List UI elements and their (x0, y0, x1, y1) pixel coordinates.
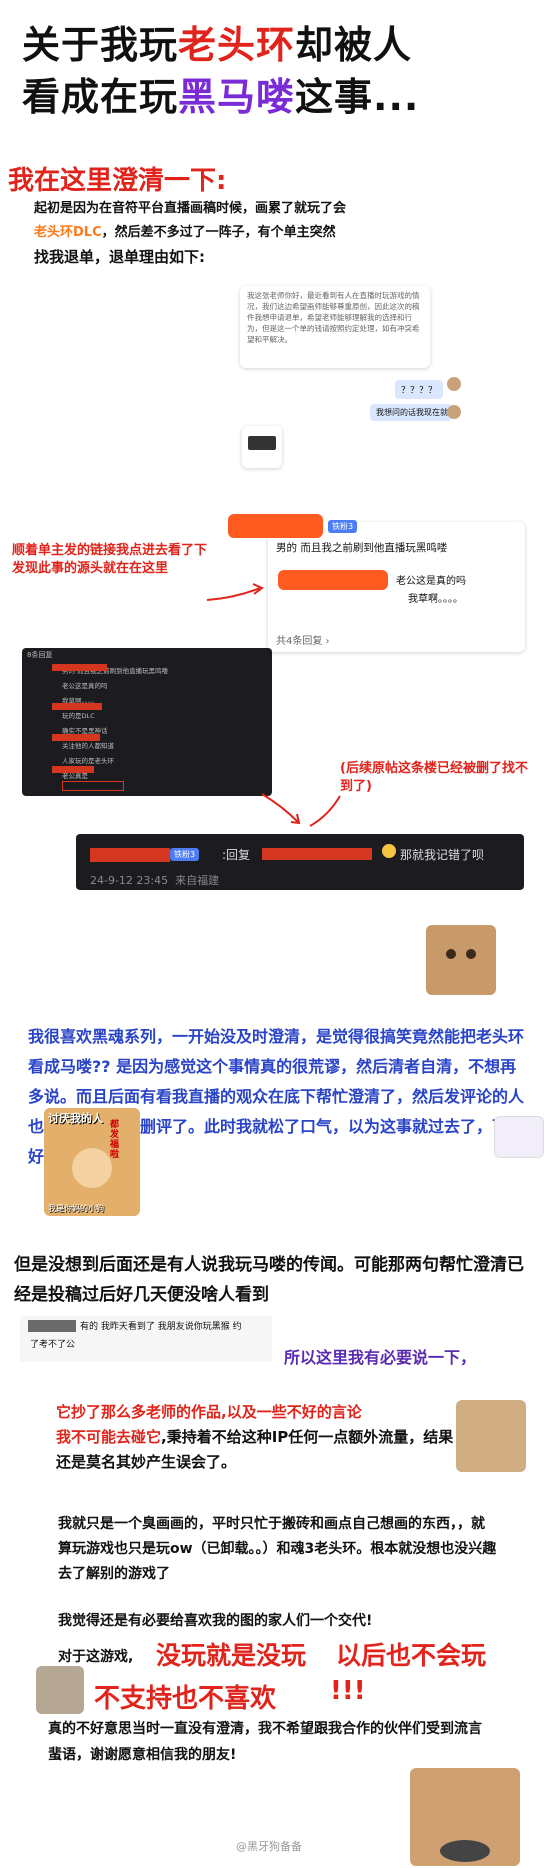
quote-line: 了考不了公 (30, 1340, 76, 1350)
intro-text: 起初是因为在音符平台直播画稿时候，画累了就玩了会 老头环DLC，然后差不多过了一… (34, 197, 434, 269)
chat-bubble-question: ？？？？ (395, 380, 444, 399)
title-text: 关于我玩 (22, 23, 179, 67)
chat-bubble-reply: 我想问的话我现在就知道 (370, 404, 452, 421)
quote-line: 有的 我昨天看到了 我朋友说你玩黑猴 约 (80, 1322, 242, 1332)
plagiarism-red: 我不可能去碰它 (56, 1428, 162, 1446)
thread-row: 关注他的人都知道 (62, 742, 114, 750)
stance-big: 以后也不会玩 (336, 1641, 487, 1670)
sticker-text: 都发福啦 (110, 1120, 120, 1160)
stance-big: 没玩就是没玩 (156, 1641, 307, 1670)
sticker-text: 讨厌我的人 (48, 1112, 103, 1125)
reply-time: 24-9-12 23:45 (90, 874, 169, 887)
reply-meta: 24-9-12 23:45 来自福建 (90, 872, 219, 888)
plagiarism-red: 它抄了那么多老师的作品,以及一些不好的言论 (56, 1403, 362, 1421)
redacted-username (262, 848, 372, 860)
title-highlight-elden: 老头环 (178, 23, 296, 67)
redacted-username (52, 766, 94, 773)
intro-line: 起初是因为在音符平台直播画稿时候，画累了就玩了会 (34, 201, 347, 216)
closing-paragraph: 真的不好意思当时一直没有澄清，我不希望跟我合作的伙伴们受到流言蜚语，谢谢愿意相信… (48, 1721, 482, 1763)
reply-label: :回复 (222, 848, 251, 862)
bowl-icon (440, 1840, 490, 1862)
stance-big: 不支持也不喜欢 (94, 1684, 277, 1714)
link-preview-thumbnail[interactable] (242, 426, 282, 468)
plagiarism-paragraph: 它抄了那么多老师的作品,以及一些不好的言论 我不可能去碰它,秉持着不给这种IP任… (56, 1400, 456, 1475)
game-prefix: 对于这游戏, (58, 1649, 134, 1665)
emoji-icon (382, 844, 396, 858)
pet-eye (446, 949, 456, 959)
redacted-username (278, 570, 388, 590)
redacted-username (52, 734, 100, 741)
redacted-username (52, 703, 102, 710)
explain-text: 我觉得还是有必要给喜欢我的图的家人们一个交代! (58, 1613, 373, 1629)
arrow-icon (261, 793, 301, 825)
deleted-note: (后续原帖这条楼已经被删了找不到了) (340, 761, 528, 794)
pet-sticker (494, 1116, 544, 1158)
video-thumbnail-icon (248, 436, 276, 450)
pet-sticker (456, 1400, 526, 1472)
comment-text: 我草啊。。。。 (408, 594, 463, 605)
pet-eye (466, 949, 476, 959)
view-replies-link[interactable]: 共4条回复 › (276, 632, 330, 647)
title-line-1: 关于我玩老头环却被人 (22, 14, 412, 69)
avatar (447, 405, 461, 419)
redacted-username (52, 664, 107, 671)
annotation-source: 顺着单主发的链接我点进去看了下 发现此事的源头就在在这里 (12, 543, 208, 576)
thread-header: 8条回复 (27, 651, 53, 659)
dog-sticker: 讨厌我的人 都发福啦 我是你妈的小狗 (44, 1108, 140, 1216)
redacted-username (228, 514, 323, 538)
intro-line: 找我退单，退单理由如下: (34, 248, 205, 266)
fan-badge: 铁粉3 (328, 520, 358, 533)
pet-sticker (426, 925, 496, 995)
intro-text-rest: ，然后差不多过了一阵子，有个单主突然 (101, 225, 336, 240)
reply-bar: 铁粉3 :回复 那就我记错了呗 24-9-12 23:45 来自福建 (76, 834, 524, 890)
pet-sticker (36, 1666, 84, 1714)
dog-face (72, 1148, 112, 1188)
refund-message: 我这张老师你好，最近看到有人在直播时玩游戏的情况，我们这边希望画师能够尊重原创，… (247, 291, 420, 344)
thread-row: 老公这是真的吗 (62, 682, 108, 690)
quote-screenshot: 有的 我昨天看到了 我朋友说你玩黑猴 约 了考不了公 (20, 1316, 272, 1362)
sticker-text: 我是你妈的小狗 (48, 1204, 104, 1213)
stance-marks: !!! (330, 1676, 366, 1706)
fan-badge: 铁粉3 (170, 848, 200, 861)
pet-sticker (410, 1768, 520, 1866)
clarify-heading: 我在这里澄清一下: (8, 166, 227, 196)
arrow-icon (206, 583, 264, 601)
dlc-highlight: 老头环DLC (34, 225, 102, 240)
dark-reply-thread: 8条回复 男的 而且我之前刷到他直播玩黑鸣喽 老公这是真的吗 我草啊。。。。 玩… (22, 648, 272, 796)
thread-row: 玩的是DLC (62, 712, 95, 720)
title-highlight-wukong: 黑马喽 (178, 75, 296, 119)
comment-card: 铁粉3 男的 而且我之前刷到他直播玩黑鸣喽 老公这是真的吗 我草啊。。。。 共4… (228, 514, 525, 652)
watermark: @黑牙狗备备 (236, 1840, 302, 1853)
title-text: 看成在玩 (22, 75, 179, 119)
avatar (447, 377, 461, 391)
redacted-username (28, 1320, 76, 1332)
title-line-2: 看成在玩黑马喽这事... (22, 66, 419, 121)
title-text: 却被人 (295, 23, 413, 67)
necessity-text: 所以这里我有必要说一下， (284, 1348, 477, 1367)
redacted-username (90, 848, 170, 862)
intro-line: 老头环DLC，然后差不多过了一阵子，有个单主突然 (34, 221, 434, 245)
self-paragraph: 我就只是一个臭画画的，平时只忙于搬砖和画点自己想画的东西，，就算玩游戏也只是玩o… (58, 1516, 497, 1582)
highlight-box (62, 781, 124, 791)
reply-text: 那就我记错了呗 (400, 848, 485, 862)
refund-message-card: 我这张老师你好，最近看到有人在直播时玩游戏的情况，我们这边希望画师能够尊重原创，… (240, 286, 430, 368)
comment-text: 老公这是真的吗 (396, 576, 466, 587)
title-text: 这事... (295, 75, 420, 119)
reply-location: 来自福建 (175, 874, 220, 887)
rumor-paragraph: 但是没想到后面还是有人说我玩马喽的传闻。可能那两句帮忙澄清已经是投稿过后好几天便… (14, 1255, 524, 1305)
comment-text: 男的 而且我之前刷到他直播玩黑鸣喽 (276, 542, 448, 554)
